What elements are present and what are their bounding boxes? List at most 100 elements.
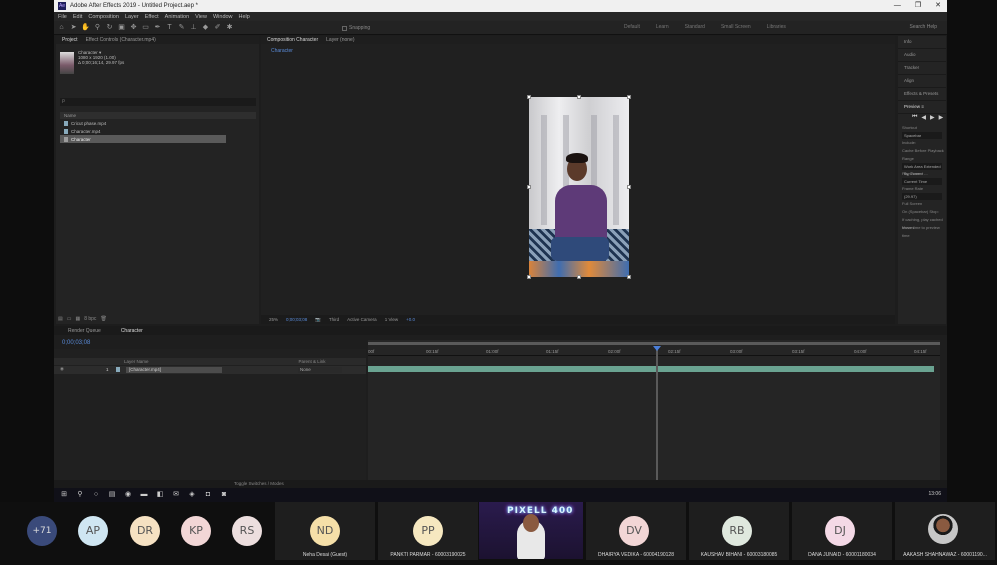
brush-tool-icon[interactable]: ✎ [177, 23, 186, 32]
new-composition-icon[interactable]: ▦ [75, 316, 80, 322]
rectangle-tool-icon[interactable]: ▭ [141, 23, 150, 32]
tab-composition[interactable]: Composition Character [267, 37, 318, 43]
interpret-footage-icon[interactable]: ▤ [58, 316, 63, 322]
participant-tile[interactable]: RB KAUSHAV BIHANI - 60003180085 [689, 502, 789, 560]
col-layer-name[interactable]: Layer Name [124, 359, 149, 364]
mail-icon[interactable]: ✉ [172, 491, 180, 499]
selection-tool-icon[interactable]: ➤ [69, 23, 78, 32]
search-icon[interactable]: ⚲ [76, 491, 84, 499]
stop-move-time-checkbox[interactable]: Move time to preview time [898, 224, 946, 238]
zoom-tool-icon[interactable]: ⚲ [93, 23, 102, 32]
menu-view[interactable]: View [195, 14, 207, 20]
participant-tile[interactable]: PP PANKTI PARMAR - 60003190025 [378, 502, 478, 560]
participant-tile[interactable]: ND Neha Desai (Guest) [275, 502, 375, 560]
puppet-tool-icon[interactable]: ✱ [225, 23, 234, 32]
windows-start-icon[interactable]: ⊞ [60, 491, 68, 499]
next-frame-icon[interactable]: ▶ [939, 114, 944, 124]
transform-handle[interactable] [577, 95, 581, 99]
search-help-field[interactable]: Search Help [909, 24, 937, 30]
transform-handle[interactable] [527, 185, 531, 189]
stop-cache-checkbox[interactable]: If caching, play cached frames [898, 216, 946, 230]
panel-preview[interactable]: Preview ≡ [898, 101, 946, 114]
range-dropdown[interactable]: Work Area Extended By Current ... [902, 163, 942, 176]
menu-edit[interactable]: Edit [73, 14, 82, 20]
play-from-dropdown[interactable]: Current Time [902, 178, 942, 185]
workspace-standard[interactable]: Standard [685, 24, 705, 30]
visibility-eye-icon[interactable]: ◉ [60, 366, 64, 372]
snapping-checkbox[interactable] [342, 25, 347, 31]
project-search-input[interactable]: ρ [60, 98, 256, 106]
participant-avatar[interactable]: RS [232, 516, 262, 546]
eraser-tool-icon[interactable]: ◆ [201, 23, 210, 32]
type-tool-icon[interactable]: T [165, 23, 174, 32]
play-icon[interactable]: ▶ [930, 114, 935, 124]
col-parent-link[interactable]: Parent & Link [299, 359, 326, 364]
project-column-name[interactable]: Name [60, 112, 256, 119]
snapshot-icon[interactable]: 📷 [315, 317, 321, 323]
snapping-toggle[interactable]: Snapping [342, 25, 370, 31]
participant-tile[interactable]: AAKASH SHAHNAWAZ - 60001190... [895, 502, 995, 560]
first-frame-icon[interactable]: ⏮ [912, 114, 917, 124]
tab-character-timeline[interactable]: Character [121, 328, 143, 334]
menu-help[interactable]: Help [239, 14, 250, 20]
trash-icon[interactable]: 🗑 [100, 316, 106, 322]
project-item-selected[interactable]: Character [60, 135, 226, 143]
prev-frame-icon[interactable]: ◀ [921, 114, 926, 124]
file-explorer-icon[interactable]: ▤ [108, 491, 116, 499]
panel-audio[interactable]: Audio [898, 49, 946, 62]
parent-dropdown[interactable]: None [298, 367, 342, 373]
layer-duration-bar[interactable] [368, 366, 934, 372]
views-dropdown[interactable]: 1 View [385, 317, 398, 322]
panel-align[interactable]: Align [898, 75, 946, 88]
project-item[interactable]: Character.mp4 [60, 127, 256, 135]
menu-composition[interactable]: Composition [88, 14, 119, 20]
current-time-display[interactable]: 0;00;03;08 [286, 317, 307, 322]
menu-layer[interactable]: Layer [125, 14, 139, 20]
transform-handle[interactable] [627, 185, 631, 189]
participant-tile[interactable]: DV DHAIRYA VEDIKA - 60004190128 [586, 502, 686, 560]
transform-handle[interactable] [527, 275, 531, 279]
minimize-button[interactable]: — [894, 0, 901, 12]
timeline-layer-row[interactable]: ◉ 1 [Character.mp4] None [54, 366, 366, 374]
transform-handle[interactable] [627, 275, 631, 279]
layer-name[interactable]: [Character.mp4] [126, 367, 222, 373]
tab-effect-controls[interactable]: Effect Controls (Character.mp4) [86, 37, 156, 43]
timeline-track-area[interactable]: 00f 00:15f 01:00f 01:15f 02:00f 02:15f 0… [368, 340, 940, 488]
workspace-default[interactable]: Default [624, 24, 640, 30]
tab-render-queue[interactable]: Render Queue [68, 328, 101, 334]
teams-icon[interactable]: ◈ [188, 491, 196, 499]
roto-tool-icon[interactable]: ✐ [213, 23, 222, 32]
home-icon[interactable]: ⌂ [57, 23, 66, 32]
hand-tool-icon[interactable]: ✋ [81, 23, 90, 32]
project-item[interactable]: Cricut phase.mp4 [60, 119, 256, 127]
menu-file[interactable]: File [58, 14, 67, 20]
more-participants-badge[interactable]: +71 [27, 516, 57, 546]
transform-handle[interactable] [527, 95, 531, 99]
panel-effects-presets[interactable]: Effects & Presets [898, 88, 946, 101]
participant-tile[interactable]: DJ DANA JUNAID - 60001180034 [792, 502, 892, 560]
participant-avatar[interactable]: DR [130, 516, 160, 546]
transform-handle[interactable] [627, 95, 631, 99]
transform-handle[interactable] [577, 275, 581, 279]
participant-avatar[interactable]: KP [181, 516, 211, 546]
timeline-timecode[interactable]: 0;00;03;08 [62, 340, 90, 346]
premiere-icon[interactable]: ◘ [204, 491, 212, 499]
magnification-dropdown[interactable]: 25% [269, 317, 278, 322]
task-view-icon[interactable]: ○ [92, 491, 100, 499]
panel-info[interactable]: Info [898, 36, 946, 49]
toggle-switches-modes[interactable]: Toggle Switches / Modes [54, 480, 947, 488]
maximize-button[interactable]: ❐ [915, 0, 921, 12]
store-icon[interactable]: ◧ [156, 491, 164, 499]
camera-tool-icon[interactable]: ▣ [117, 23, 126, 32]
rotate-tool-icon[interactable]: ↻ [105, 23, 114, 32]
tab-layer[interactable]: Layer (none) [326, 37, 354, 43]
pan-behind-tool-icon[interactable]: ✥ [129, 23, 138, 32]
menu-window[interactable]: Window [213, 14, 233, 20]
full-screen-checkbox[interactable]: Full Screen [898, 200, 946, 208]
new-folder-icon[interactable]: ▭ [67, 316, 72, 322]
work-area-bar[interactable] [368, 342, 940, 345]
time-ruler[interactable]: 00f 00:15f 01:00f 01:15f 02:00f 02:15f 0… [368, 346, 940, 356]
panel-tracker[interactable]: Tracker [898, 62, 946, 75]
chrome-icon[interactable]: ◉ [124, 491, 132, 499]
workspace-learn[interactable]: Learn [656, 24, 669, 30]
